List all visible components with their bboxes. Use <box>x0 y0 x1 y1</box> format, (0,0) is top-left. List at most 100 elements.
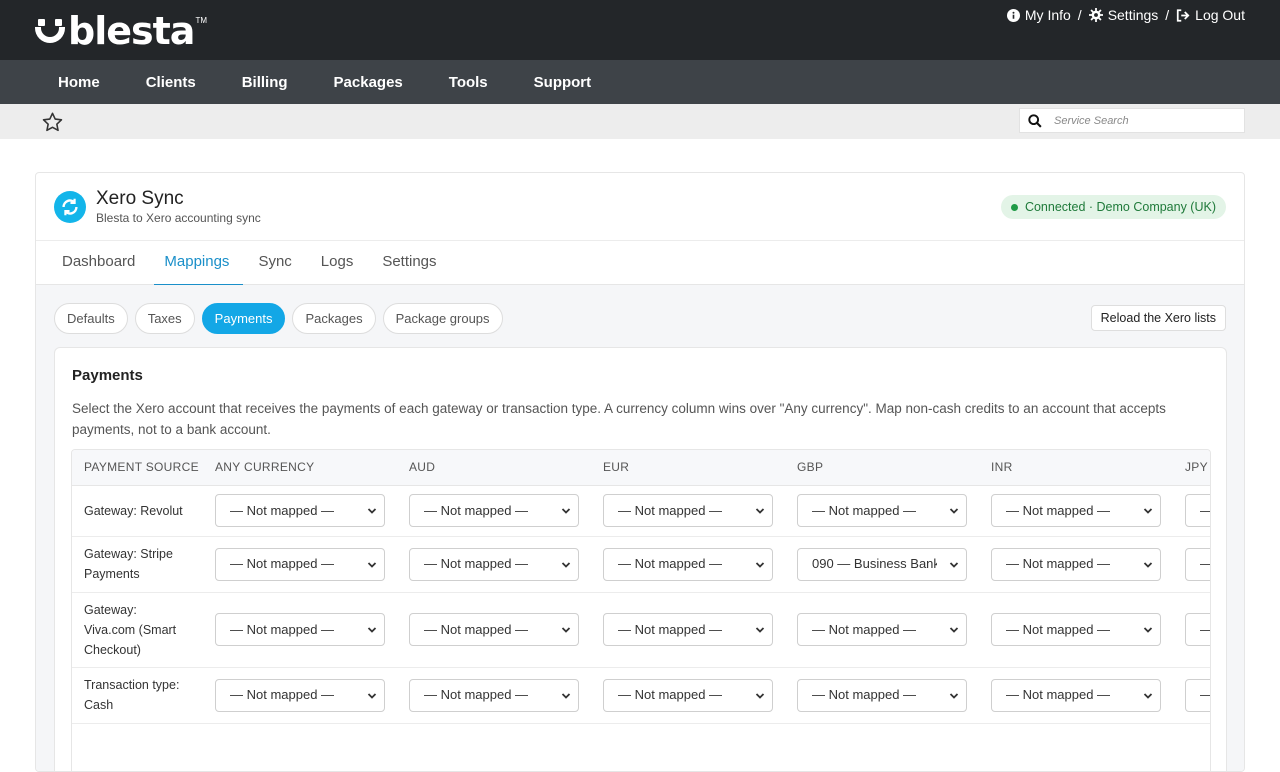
mapping-cell: — Not mapped — <box>203 536 397 593</box>
account-select[interactable]: — <box>1185 678 1210 712</box>
column-header: ANY CURRENCY <box>203 450 397 486</box>
account-select[interactable]: — Not mapped — <box>797 678 967 712</box>
account-select-value: — Not mapped — <box>812 687 917 702</box>
tab-mappings[interactable]: Mappings <box>154 241 244 286</box>
mapping-cell: — <box>1173 536 1210 593</box>
mapping-cell: — <box>1173 592 1210 668</box>
app-title: Xero Sync <box>96 188 184 209</box>
mapping-cell: — Not mapped — <box>203 485 397 537</box>
mapping-cell: — Not mapped — <box>785 485 979 537</box>
account-select[interactable]: — Not mapped — <box>603 678 773 712</box>
account-select[interactable]: — Not mapped — <box>603 547 773 581</box>
subtab-taxes[interactable]: Taxes <box>134 303 195 334</box>
nav-support[interactable]: Support <box>534 74 592 91</box>
account-select-value: — Not mapped — <box>1006 556 1111 571</box>
account-select-value: — Not mapped — <box>618 556 723 571</box>
top-bar: blesta TM My Info / Settings / Log Out <box>0 0 1280 60</box>
payments-table: PAYMENT SOURCE ANY CURRENCY AUD EUR GBP … <box>72 450 1210 724</box>
mapping-cell: — Not mapped — <box>785 667 979 724</box>
account-select-value: — Not mapped — <box>230 502 335 518</box>
table-header-row: PAYMENT SOURCE ANY CURRENCY AUD EUR GBP … <box>72 450 1210 486</box>
column-header: GBP <box>785 450 979 486</box>
settings-label: Settings <box>1107 7 1159 23</box>
mapping-cell: — Not mapped — <box>397 485 591 537</box>
account-select[interactable]: — <box>1185 547 1210 581</box>
account-select[interactable]: — Not mapped — <box>797 613 967 646</box>
account-select-value: — <box>1200 501 1210 521</box>
subtab-packages[interactable]: Packages <box>292 303 376 334</box>
search-icon[interactable] <box>1020 113 1050 128</box>
search-input[interactable] <box>1054 114 1234 127</box>
account-select-value: — Not mapped — <box>424 687 529 702</box>
account-select[interactable]: — <box>1185 494 1210 527</box>
connection-status-badge: Connected · Demo Company (UK) <box>1000 195 1226 219</box>
subtab-payments[interactable]: Payments <box>201 303 286 334</box>
mapping-cell: — Not mapped — <box>785 592 979 668</box>
nav-tools[interactable]: Tools <box>449 74 488 91</box>
column-header: PAYMENT SOURCE <box>72 450 203 486</box>
star-icon[interactable] <box>42 112 63 132</box>
account-select[interactable]: — Not mapped — <box>991 547 1161 581</box>
chevron-down-icon <box>561 692 571 699</box>
user-nav: My Info / Settings / Log Out <box>1006 7 1245 23</box>
account-select[interactable]: — Not mapped — <box>409 678 579 712</box>
logout-link[interactable]: Log Out <box>1176 7 1245 23</box>
tab-dashboard[interactable]: Dashboard <box>62 241 135 285</box>
tabs: Dashboard Mappings Sync Logs Settings <box>36 241 1244 286</box>
chevron-down-icon <box>367 508 377 514</box>
account-select[interactable]: — Not mapped — <box>215 613 385 646</box>
account-select-value: — Not mapped — <box>1006 687 1111 702</box>
account-select-value: — Not mapped — <box>424 502 529 518</box>
chevron-down-icon <box>1143 508 1153 514</box>
account-select-value: — <box>1200 685 1210 705</box>
table-row: Transaction type: Cash — Not mapped — — No… <box>72 667 1210 724</box>
nav-clients[interactable]: Clients <box>146 74 196 91</box>
mapping-cell: — <box>1173 485 1210 537</box>
mapping-cell: — Not mapped — <box>979 536 1173 593</box>
reload-xero-lists-button[interactable]: Reload the Xero lists <box>1090 305 1226 331</box>
payment-source-cell: Gateway: Viva.com (Smart Checkout) <box>72 592 203 668</box>
account-select[interactable]: — Not mapped — <box>409 613 579 646</box>
nav-home[interactable]: Home <box>58 74 100 91</box>
blesta-logo-mark <box>34 15 66 47</box>
mapping-cell: — Not mapped — <box>591 592 785 668</box>
app-subtitle: Blesta to Xero accounting sync <box>96 211 261 225</box>
subtab-defaults[interactable]: Defaults <box>54 303 128 334</box>
mapping-cell: — Not mapped — <box>591 485 785 537</box>
account-select[interactable]: — Not mapped — <box>215 678 385 712</box>
blesta-logo[interactable]: blesta TM <box>34 9 207 53</box>
account-select[interactable]: — Not mapped — <box>215 547 385 581</box>
tab-settings[interactable]: Settings <box>382 241 436 285</box>
subtab-package-groups[interactable]: Package groups <box>382 303 503 334</box>
account-select[interactable]: 090 — Business Bank Account <box>797 547 967 581</box>
nav-billing[interactable]: Billing <box>242 74 288 91</box>
settings-link[interactable]: Settings <box>1088 7 1159 23</box>
account-select-value: — Not mapped — <box>618 502 723 518</box>
chevron-down-icon <box>755 561 765 568</box>
brand-name: blesta <box>68 9 195 53</box>
account-select[interactable]: — Not mapped — <box>409 494 579 527</box>
account-select[interactable]: — Not mapped — <box>991 494 1161 527</box>
payment-source-cell: Transaction type: Cash <box>72 667 203 724</box>
account-select[interactable]: — Not mapped — <box>409 547 579 581</box>
nav-packages[interactable]: Packages <box>334 74 403 91</box>
tab-logs[interactable]: Logs <box>321 241 354 285</box>
account-select-value: — <box>1200 620 1210 640</box>
account-select-value: — Not mapped — <box>812 502 917 518</box>
account-select[interactable]: — Not mapped — <box>991 678 1161 712</box>
mapping-cell: — Not mapped — <box>397 667 591 724</box>
column-header: INR <box>979 450 1173 486</box>
account-select[interactable]: — Not mapped — <box>215 494 385 527</box>
trademark: TM <box>195 16 207 25</box>
payments-table-scroll[interactable]: PAYMENT SOURCE ANY CURRENCY AUD EUR GBP … <box>71 449 1211 771</box>
xero-sync-panel: Xero Sync Blesta to Xero accounting sync… <box>35 172 1245 772</box>
account-select[interactable]: — Not mapped — <box>603 613 773 646</box>
account-select[interactable]: — Not mapped — <box>603 494 773 527</box>
account-select-value: — Not mapped — <box>424 621 529 637</box>
my-info-link[interactable]: My Info <box>1006 7 1071 23</box>
tab-sync[interactable]: Sync <box>258 241 291 285</box>
account-select[interactable]: — <box>1185 613 1210 646</box>
account-select[interactable]: — Not mapped — <box>797 494 967 527</box>
chevron-down-icon <box>949 561 959 568</box>
account-select[interactable]: — Not mapped — <box>991 613 1161 646</box>
